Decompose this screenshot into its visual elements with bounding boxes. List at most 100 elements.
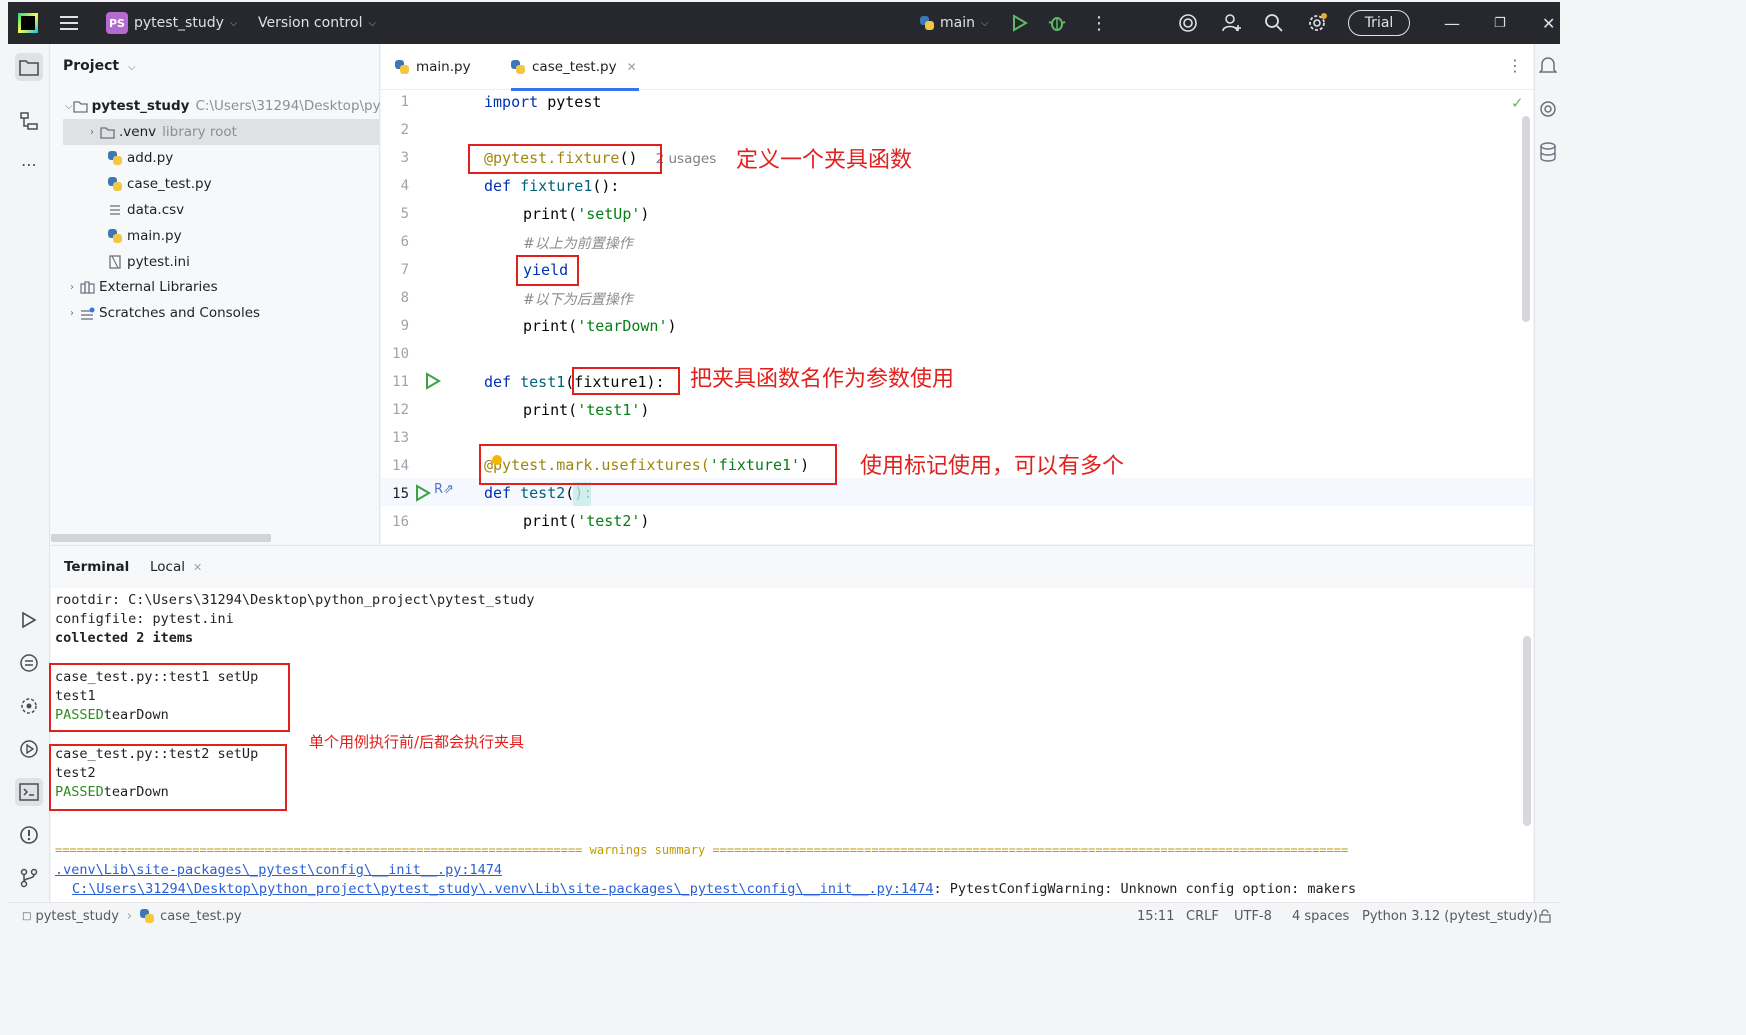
tree-item-data-csv[interactable]: data.csv: [51, 197, 380, 223]
chevron-right-icon: ›: [90, 126, 94, 138]
run-config-selector[interactable]: main ⌵: [920, 2, 989, 44]
pycharm-logo-icon[interactable]: [18, 2, 38, 44]
chevron-down-icon: ⌵: [127, 62, 136, 73]
vcs-label: Version control: [258, 15, 363, 31]
code-line-1[interactable]: import pytest: [484, 93, 601, 111]
breadcrumb-project[interactable]: pytest_study: [35, 909, 118, 924]
tab-terminal[interactable]: Terminal: [64, 546, 129, 588]
add-user-icon[interactable]: [1222, 2, 1242, 44]
tree-item-main-py[interactable]: main.py: [51, 223, 380, 249]
annotation-usefixtures: 使用标记使用，可以有多个: [860, 454, 1125, 479]
chevron-right-icon: ›: [126, 908, 133, 924]
notifications-icon[interactable]: [1538, 56, 1558, 80]
line-number: 6: [400, 234, 409, 250]
close-icon[interactable]: ✕: [1542, 2, 1555, 44]
scratches-icon: [79, 305, 95, 321]
run-icon: [1013, 14, 1028, 32]
editor-tabs: main.py case_test.py ✕ ⋮: [381, 44, 1533, 91]
tree-item-scratches[interactable]: › Scratches and Consoles: [51, 300, 380, 326]
code-line-6[interactable]: #以上为前置操作: [523, 233, 633, 253]
annotation-execution: 单个用例执行前/后都会执行夹具: [309, 733, 525, 751]
version-control-menu[interactable]: Version control ⌵: [258, 2, 376, 44]
tree-item-add-py[interactable]: add.py: [51, 145, 380, 171]
python-file-icon: [511, 60, 525, 74]
tree-item-pytest-ini[interactable]: pytest.ini: [51, 249, 380, 275]
code-line-8[interactable]: #以下为后置操作: [523, 289, 633, 309]
line-number: 3: [400, 150, 409, 166]
annotation-box-test2: [49, 744, 287, 811]
warning-file-link[interactable]: .venv\Lib\site-packages\_pytest\config\_…: [55, 862, 502, 878]
search-icon[interactable]: [1264, 2, 1284, 44]
services-icon[interactable]: [15, 692, 43, 720]
close-tab-icon[interactable]: ✕: [193, 561, 202, 574]
lock-icon[interactable]: [1538, 903, 1552, 929]
database-icon[interactable]: [1539, 142, 1557, 166]
code-line-16[interactable]: print('test2'): [523, 512, 649, 530]
minimize-icon[interactable]: —: [1444, 2, 1460, 44]
structure-tool-icon[interactable]: [15, 107, 43, 135]
file-encoding[interactable]: UTF-8: [1234, 903, 1272, 929]
python-file-icon: [140, 909, 155, 923]
tree-item-label: main.py: [127, 228, 182, 244]
python-console-icon[interactable]: [15, 735, 43, 763]
tree-item-case-test-py[interactable]: case_test.py: [51, 171, 380, 197]
tree-item-venv[interactable]: › .venv library root: [63, 119, 379, 145]
indent-setting[interactable]: 4 spaces: [1292, 903, 1349, 929]
chevron-down-icon: ⌵: [980, 17, 989, 29]
right-tool-strip: [1534, 44, 1560, 902]
main-menu-icon[interactable]: [60, 2, 78, 44]
trial-button[interactable]: Trial: [1348, 2, 1410, 44]
project-badge: PS: [106, 12, 128, 34]
git-icon[interactable]: [15, 864, 43, 892]
close-tab-icon[interactable]: ✕: [627, 60, 637, 74]
tab-local[interactable]: Local ✕: [150, 546, 202, 588]
annotation-box-fixture: [468, 144, 662, 174]
run-test-icon[interactable]: [415, 484, 431, 506]
python-file-icon: [107, 176, 123, 192]
tree-item-external-libraries[interactable]: › External Libraries: [51, 274, 380, 300]
config-file-icon: [107, 254, 123, 270]
code-line-9[interactable]: print('tearDown'): [523, 317, 677, 335]
usages-hint[interactable]: 2 usages: [656, 151, 717, 167]
run-test-icon[interactable]: [425, 372, 441, 394]
tree-item-label: case_test.py: [127, 176, 212, 192]
run-tool-icon[interactable]: [15, 606, 43, 634]
breadcrumb-file[interactable]: case_test.py: [160, 909, 241, 924]
horizontal-scrollbar[interactable]: [51, 534, 271, 542]
line-number: 10: [392, 346, 409, 362]
python-packages-icon[interactable]: [15, 649, 43, 677]
gutter: 1 2 3 4 5 6 7 8 9 10 11 12 13 14 15 16 R…: [381, 90, 481, 544]
tab-actions-icon[interactable]: ⋮: [1507, 56, 1523, 75]
code-line-5[interactable]: print('setUp'): [523, 205, 649, 223]
project-tool-icon[interactable]: [15, 53, 43, 81]
warning-path-link[interactable]: C:\Users\31294\Desktop\python_project\py…: [72, 881, 934, 897]
tab-case-test-py[interactable]: case_test.py ✕: [511, 44, 639, 91]
line-separator[interactable]: CRLF: [1186, 903, 1219, 929]
debug-button[interactable]: [1048, 2, 1066, 44]
terminal-line: configfile: pytest.ini: [55, 611, 234, 627]
terminal-tool-icon[interactable]: [15, 778, 43, 806]
problems-icon[interactable]: [15, 821, 43, 849]
project-panel-header[interactable]: Project ⌵: [63, 58, 136, 74]
more-tools-icon[interactable]: ⋯: [15, 150, 43, 178]
interpreter-selector[interactable]: Python 3.12 (pytest_study): [1362, 903, 1538, 929]
inspection-ok-icon[interactable]: ✓: [1511, 94, 1524, 112]
project-switcher[interactable]: PS pytest_study ⌵: [106, 2, 237, 44]
tree-root[interactable]: ⌵ pytest_study C:\Users\31294\Desktop\py…: [51, 93, 380, 119]
root-path: C:\Users\31294\Desktop\pytho: [195, 98, 380, 114]
root-name: pytest_study: [91, 98, 190, 114]
code-line-12[interactable]: print('test1'): [523, 401, 649, 419]
rerun-icon[interactable]: R⇗: [434, 482, 454, 497]
tab-main-py[interactable]: main.py: [395, 44, 471, 90]
terminal-scrollbar[interactable]: [1523, 636, 1531, 826]
editor-scrollbar[interactable]: [1522, 116, 1530, 322]
more-actions-icon[interactable]: ⋮: [1090, 2, 1108, 44]
ai-assistant-icon[interactable]: [1178, 2, 1198, 44]
settings-gear-icon[interactable]: [1306, 2, 1328, 44]
caret-position[interactable]: 15:11: [1137, 903, 1174, 929]
restore-icon[interactable]: ❐: [1494, 2, 1506, 44]
project-panel: Project ⌵ ⌵ pytest_study C:\Users\31294\…: [51, 44, 380, 544]
ai-chat-icon[interactable]: [1539, 100, 1557, 122]
code-line-4[interactable]: def fixture1():: [484, 177, 619, 195]
run-button[interactable]: [1012, 2, 1028, 44]
